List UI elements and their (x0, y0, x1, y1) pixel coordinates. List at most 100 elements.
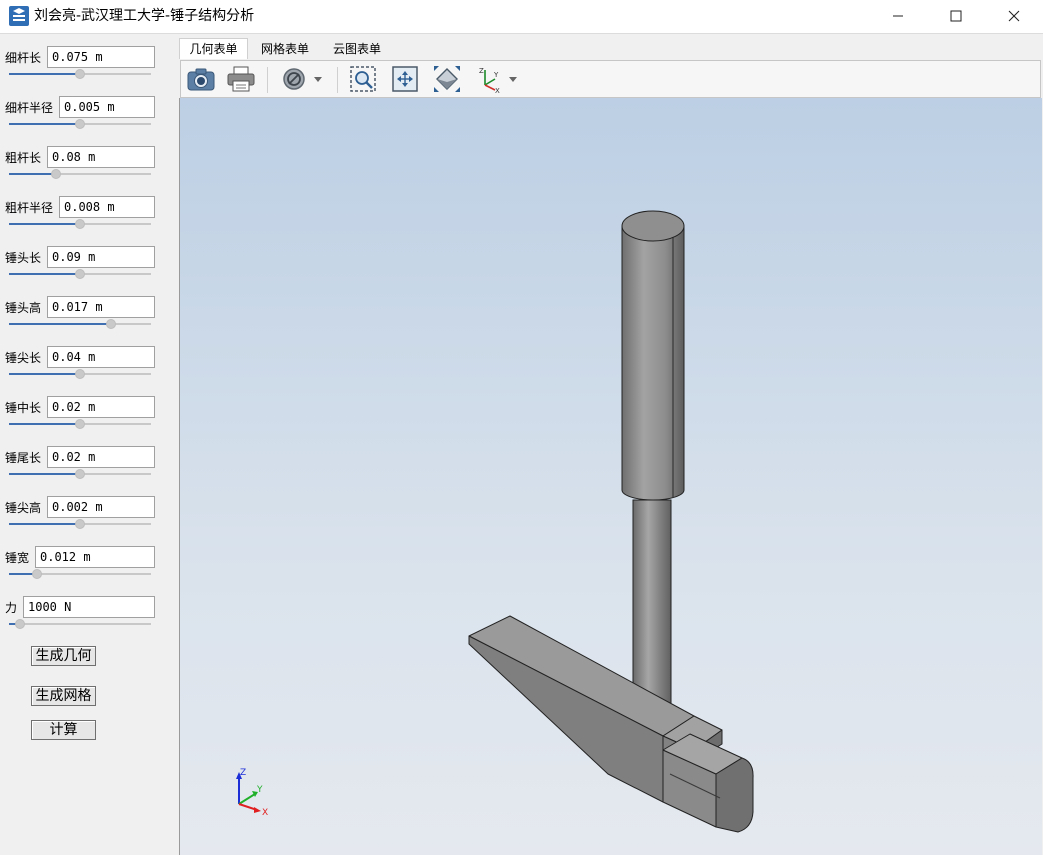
param-value-input[interactable]: 0.017 m (47, 296, 155, 318)
view-iso-icon (434, 66, 460, 92)
param-slider[interactable] (9, 568, 151, 580)
fit-all-button[interactable] (388, 64, 422, 94)
param-slider[interactable] (9, 168, 151, 180)
tab-geometry[interactable]: 几何表单 (179, 38, 248, 59)
param-value-input[interactable]: 0.04 m (47, 346, 155, 368)
close-button[interactable] (985, 0, 1043, 32)
hammer-model (468, 210, 754, 833)
close-icon (1008, 10, 1020, 22)
param-value-input[interactable]: 0.008 m (59, 196, 155, 218)
param-label: 锤尖长 (5, 351, 42, 365)
param-label: 力 (5, 601, 18, 615)
svg-text:Y: Y (493, 71, 499, 79)
minimize-button[interactable] (869, 0, 927, 32)
param-value-input[interactable]: 0.02 m (47, 446, 155, 468)
param-value-input[interactable]: 0.012 m (35, 546, 155, 568)
slider-thumb[interactable] (75, 69, 85, 79)
app-icon (9, 6, 29, 26)
title-bar: 刘会亮-武汉理工大学-锤子结构分析 (0, 0, 1043, 34)
slider-thumb[interactable] (75, 469, 85, 479)
param-label: 锤尖高 (5, 501, 42, 515)
slider-thumb[interactable] (32, 569, 43, 579)
slider-fill (9, 73, 80, 75)
param-label: 锤尾长 (5, 451, 42, 465)
generate-mesh-button[interactable]: 生成网格 (31, 686, 96, 706)
toolbar-separator (267, 67, 268, 93)
print-icon (227, 66, 255, 92)
axis-triad: Z Y X (236, 768, 268, 818)
param-label: 锤宽 (5, 551, 30, 565)
slider-thumb[interactable] (75, 369, 85, 379)
slider-thumb[interactable] (75, 419, 85, 429)
zoom-box-button[interactable] (346, 64, 380, 94)
3d-viewport[interactable]: Z Y X (179, 98, 1042, 855)
slider-fill (9, 373, 80, 375)
camera-icon (187, 68, 215, 91)
slider-fill (9, 423, 80, 425)
axis-z-label: Z (240, 768, 246, 778)
param-label: 细杆半径 (5, 101, 54, 115)
param-label: 锤头高 (5, 301, 42, 315)
param-value-input[interactable]: 1000 N (23, 596, 155, 618)
param-value-input[interactable]: 0.075 m (47, 46, 155, 68)
visibility-icon (283, 68, 305, 90)
param-slider[interactable] (9, 268, 151, 280)
slider-thumb[interactable] (75, 119, 85, 129)
param-value-input[interactable]: 0.005 m (59, 96, 155, 118)
print-button[interactable] (225, 64, 257, 94)
slider-fill (9, 273, 80, 275)
param-value-input[interactable]: 0.002 m (47, 496, 155, 518)
compute-button[interactable]: 计算 (31, 720, 96, 740)
slider-thumb[interactable] (75, 219, 85, 229)
param-label: 细杆长 (5, 51, 42, 65)
axis-x-label: X (262, 808, 268, 818)
tab-contour[interactable]: 云图表单 (324, 39, 390, 60)
tab-mesh[interactable]: 网格表单 (252, 39, 318, 60)
svg-text:X: X (495, 87, 500, 93)
param-slider[interactable] (9, 118, 151, 130)
param-value-input[interactable]: 0.09 m (47, 246, 155, 268)
visibility-button[interactable] (277, 64, 327, 94)
param-value-input[interactable]: 0.02 m (47, 396, 155, 418)
axes-view-icon: Z Y X (479, 67, 500, 93)
param-slider[interactable] (9, 418, 151, 430)
view-iso-button[interactable] (430, 64, 464, 94)
thick-handle (621, 210, 685, 501)
slider-fill (9, 173, 56, 175)
slider-thumb[interactable] (50, 169, 61, 179)
axis-y-label: Y (256, 785, 263, 795)
svg-text:Z: Z (479, 67, 484, 75)
param-label: 锤头长 (5, 251, 42, 265)
param-slider[interactable] (9, 318, 151, 330)
fit-all-icon (392, 66, 418, 92)
parameter-panel: 细杆长 0.075 m 细杆半径 0.005 m 粗杆长 0.08 m 粗杆半径 0.008 … (0, 34, 177, 855)
screenshot-button[interactable] (185, 64, 217, 94)
maximize-icon (950, 10, 962, 22)
param-slider[interactable] (9, 618, 151, 630)
param-slider[interactable] (9, 68, 151, 80)
axes-view-button[interactable]: Z Y X (473, 64, 521, 94)
slider-fill (9, 123, 80, 125)
slider-thumb[interactable] (75, 269, 85, 279)
window-title: 刘会亮-武汉理工大学-锤子结构分析 (34, 8, 255, 24)
slider-thumb[interactable] (75, 519, 85, 529)
slider-thumb[interactable] (15, 619, 26, 629)
minimize-icon (893, 15, 903, 17)
param-slider[interactable] (9, 218, 151, 230)
hammer-head (468, 615, 754, 833)
param-value-input[interactable]: 0.08 m (47, 146, 155, 168)
slider-thumb[interactable] (106, 319, 117, 329)
param-slider[interactable] (9, 368, 151, 380)
param-slider[interactable] (9, 518, 151, 530)
slider-fill (9, 323, 112, 325)
chevron-down-icon (314, 77, 322, 82)
param-label: 锤中长 (5, 401, 42, 415)
maximize-button[interactable] (927, 0, 985, 32)
slider-fill (9, 523, 80, 525)
slider-fill (9, 223, 80, 225)
param-label: 粗杆半径 (5, 201, 54, 215)
generate-geometry-button[interactable]: 生成几何 (31, 646, 96, 666)
param-slider[interactable] (9, 468, 151, 480)
param-label: 粗杆长 (5, 151, 42, 165)
view-toolbar: Z Y X (180, 60, 1041, 98)
